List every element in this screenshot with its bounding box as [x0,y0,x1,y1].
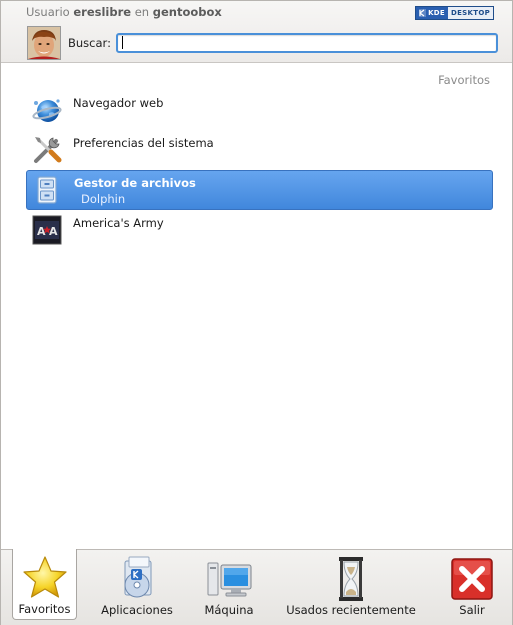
tab-computer[interactable]: Máquina [193,550,265,625]
exit-icon [451,558,493,600]
tab-label: Aplicaciones [101,603,173,617]
tab-favorites[interactable]: Favoritos [12,549,77,620]
user-prefix: Usuario [26,5,70,19]
hourglass-icon [339,557,363,601]
user-host-line: Usuario ereslibre en gentoobox [26,5,222,19]
favorite-item-system-settings[interactable]: Preferencias del sistema [26,130,493,170]
kickoff-menu-window: Usuario ereslibre en gentoobox KDE DESKT… [0,0,513,625]
system-settings-tools-icon [34,137,62,163]
favorites-list: Navegador web Preferencias del sistema G… [26,90,493,250]
star-icon [22,556,67,598]
svg-text:A: A [49,225,58,238]
favorite-item-label: America's Army [73,216,164,230]
file-manager-cabinet-icon [37,176,57,204]
tab-label: Favoritos [18,602,71,616]
user-photo-icon [28,27,60,59]
favorite-item-americas-army[interactable]: A A America's Army [26,210,493,250]
favorite-item-label: Gestor de archivos [74,176,196,190]
tab-label: Máquina [204,603,254,617]
favorite-item-subtitle: Dolphin [81,192,126,206]
tab-label: Usados recientemente [286,603,416,617]
desktop-logo-text: DESKTOP [447,7,493,19]
kde-desktop-logo: KDE DESKTOP [415,6,494,20]
favorite-item-file-manager[interactable]: Gestor de archivos Dolphin [26,170,493,210]
text-cursor [122,36,123,49]
kde-gear-icon [419,9,427,17]
user-avatar [27,26,61,60]
search-label: Buscar: [68,36,111,50]
tab-label: Salir [459,603,485,617]
tab-recently-used[interactable]: Usados recientemente [281,550,421,625]
computer-icon [207,562,252,597]
americas-army-game-icon: A A [32,215,62,245]
tab-exit[interactable]: Salir [437,550,507,625]
favorite-item-web-browser[interactable]: Navegador web [26,90,493,130]
search-input[interactable] [116,33,498,53]
web-browser-globe-icon [32,99,62,122]
favorite-item-label: Preferencias del sistema [73,136,214,150]
svg-text:A: A [37,225,46,238]
kde-logo-part: KDE [416,7,448,19]
host-prefix: en [134,5,150,19]
favorite-item-label: Navegador web [73,96,164,110]
tab-applications[interactable]: Aplicaciones [97,550,177,625]
kde-logo-text: KDE [428,9,445,17]
username: ereslibre [73,5,132,19]
bottom-tab-bar: Favoritos Aplicaciones Máquina Usados re… [1,549,512,625]
applications-icon [124,556,152,598]
section-title-favorites: Favoritos [438,73,490,87]
menu-header: Usuario ereslibre en gentoobox KDE DESKT… [1,1,512,63]
hostname: gentoobox [152,5,222,19]
